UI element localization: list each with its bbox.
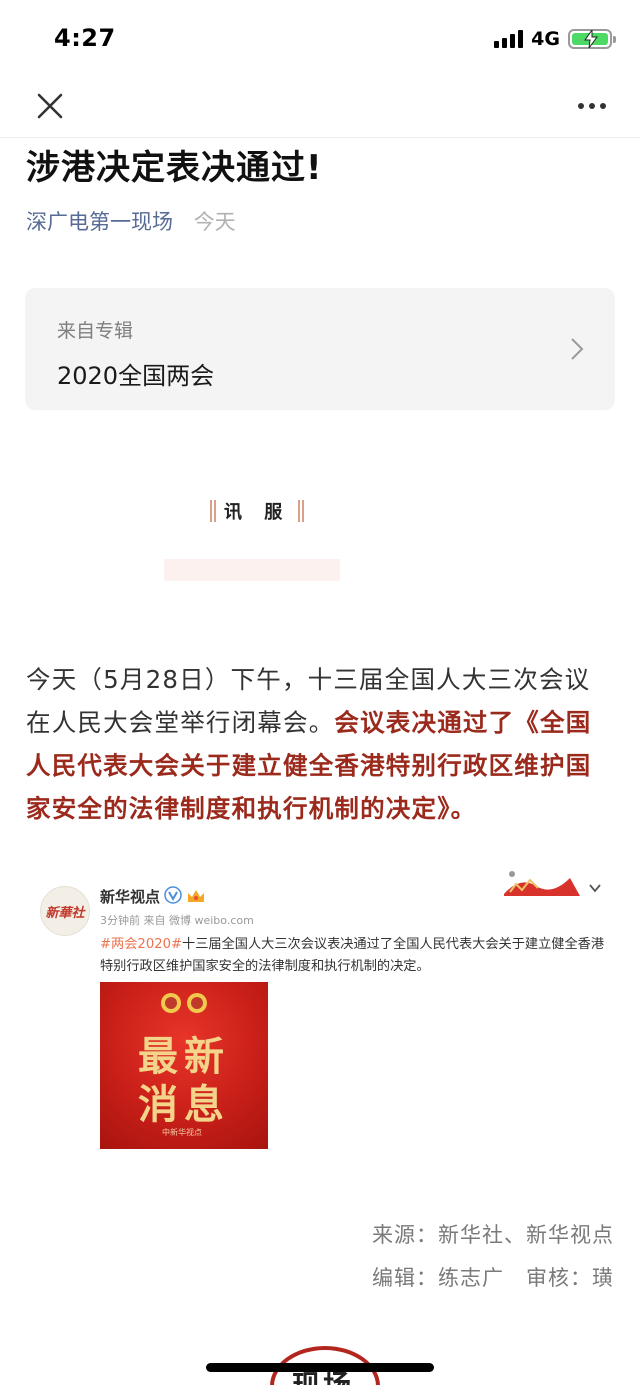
decorative-bars-icon <box>298 500 305 522</box>
avatar[interactable]: 新華社 <box>40 886 90 936</box>
weibo-text: #两会2020#十三届全国人大三次会议表决通过了全国人民代表大会关于建立健全香港… <box>100 934 610 978</box>
close-icon <box>37 93 63 119</box>
weibo-time: 3分钟前 来自 微博 weibo.com <box>100 914 254 927</box>
battery-icon <box>568 29 616 49</box>
image-headline-2: 消息 <box>138 1082 230 1128</box>
credit-reviewer: 审核：璜 <box>526 1266 614 1290</box>
network-type: 4G <box>531 28 560 50</box>
chevron-right-icon <box>571 338 584 360</box>
decorative-strip <box>164 559 340 581</box>
home-indicator[interactable] <box>206 1363 434 1372</box>
brand-tag: 讯 服 <box>210 498 305 524</box>
weibo-embed[interactable]: 新華社 新华视点 3分钟前 来自 微博 weibo.com #两会2020#十三… <box>40 866 610 1156</box>
status-indicators: 4G <box>494 28 616 50</box>
status-bar: 4:27 4G <box>0 0 640 76</box>
album-card[interactable]: 来自专辑 2020全国两会 <box>25 288 615 410</box>
cellular-signal-icon <box>494 30 524 48</box>
chevron-down-icon[interactable] <box>588 882 602 894</box>
decorative-bars-icon <box>210 500 216 522</box>
weibo-user-name[interactable]: 新华视点 <box>100 886 160 907</box>
article-title: 涉港决定表决通过! <box>26 148 323 188</box>
nav-bar <box>0 76 640 138</box>
publish-date: 今天 <box>193 210 236 234</box>
more-options-button[interactable] <box>572 86 612 126</box>
credit-editor: 编辑：练志广 <box>372 1266 504 1290</box>
article-credits: 来源：新华社、新华视点 编辑：练志广 审核：璜 <box>372 1214 614 1300</box>
article-meta: 深广电第一现场 今天 <box>26 206 236 236</box>
great-wall-decoration-icon <box>500 866 582 900</box>
hashtag-link[interactable]: #两会2020# <box>100 937 182 952</box>
emblem-icon <box>161 993 207 1013</box>
more-dot-icon <box>589 103 595 109</box>
credit-staff: 编辑：练志广 审核：璜 <box>372 1257 614 1300</box>
article-paragraph: 今天（5月28日）下午，十三届全国人大三次会议在人民大会堂举行闭幕会。会议表决通… <box>26 658 616 830</box>
album-label: 来自专辑 <box>57 320 134 342</box>
verified-badge-icon <box>164 886 182 904</box>
more-dot-icon <box>600 103 606 109</box>
close-button[interactable] <box>30 86 70 126</box>
crown-icon <box>188 890 204 902</box>
status-time: 4:27 <box>54 24 116 52</box>
credit-source: 来源：新华社、新华视点 <box>372 1223 614 1247</box>
album-name: 2020全国两会 <box>57 362 215 390</box>
more-dot-icon <box>578 103 584 109</box>
account-name-link[interactable]: 深广电第一现场 <box>26 210 173 234</box>
image-footer: 中新华视点 <box>162 1128 202 1137</box>
weibo-image[interactable]: 最新 消息 中新华视点 <box>100 982 268 1149</box>
brand-tag-text: 讯 服 <box>224 502 291 523</box>
